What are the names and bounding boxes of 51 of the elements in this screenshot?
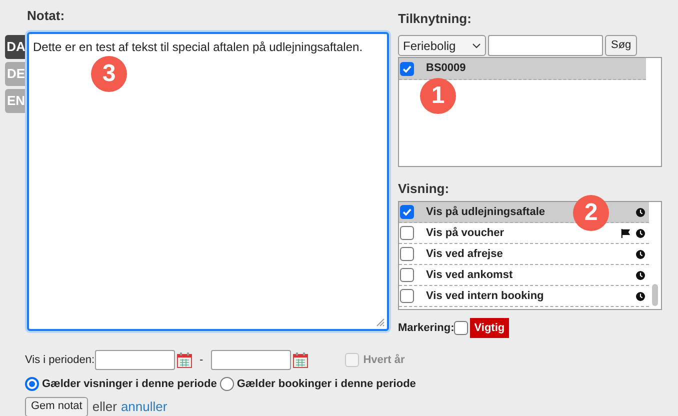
list-item[interactable]: Vis ved intern booking	[399, 286, 649, 307]
important-tag: Vigtig	[470, 318, 509, 338]
date-field[interactable]	[94, 350, 175, 370]
checkbox[interactable]	[400, 205, 414, 219]
save-button[interactable]: Gem notat	[25, 396, 88, 416]
checkbox[interactable]	[400, 62, 414, 76]
list-item[interactable]: Vis på voucher	[399, 223, 649, 244]
search-button[interactable]: Søg	[605, 35, 638, 56]
or-text: eller	[92, 398, 117, 416]
chevron-icon	[472, 42, 481, 48]
list-item[interactable]: Vis ved ankomst	[399, 265, 649, 286]
checkbox-label: Hvert år	[363, 352, 405, 368]
clock-icon	[636, 228, 645, 238]
radio-button[interactable]	[220, 377, 234, 392]
note-text: Dette er en test af tekst til special aftalen på udlejningsaftalen.	[33, 40, 363, 54]
list-item[interactable]: Vis ved afrejse	[399, 244, 649, 265]
calendar-icon[interactable]	[293, 352, 308, 368]
item-label: Vis ved intern booking	[426, 288, 544, 304]
date-separator: -	[200, 352, 204, 368]
radio-label: Gælder bookinger i denne periode	[236, 377, 416, 392]
date-field[interactable]	[211, 350, 292, 370]
cancel-link[interactable]: annuller	[120, 396, 168, 416]
marking-label: Markering:	[398, 320, 454, 336]
section-title: Visning:	[398, 180, 450, 198]
radio-button[interactable]	[25, 377, 39, 392]
list-item[interactable]: BS0009	[399, 58, 646, 80]
resize-handle-icon	[376, 318, 385, 327]
item-label: Vis på udlejningsaftale	[426, 204, 545, 220]
section-title: Tilknytning:	[398, 10, 472, 28]
checkbox[interactable]	[400, 247, 414, 261]
calendar-icon[interactable]	[176, 352, 192, 368]
clock-icon	[636, 270, 645, 280]
clock-icon	[636, 292, 645, 300]
checkbox[interactable]	[400, 226, 414, 240]
item-label: Vis ved afrejse	[426, 246, 503, 262]
checkbox[interactable]	[400, 289, 414, 303]
type-select[interactable]: Feriebolig	[398, 35, 486, 56]
language-tab[interactable]: DA	[5, 35, 27, 59]
checkbox[interactable]	[400, 268, 414, 282]
search-field[interactable]	[488, 35, 603, 56]
scrollbar-thumb[interactable]	[652, 284, 658, 306]
item-label: Vis ved ankomst	[426, 268, 513, 283]
item-label: Vis på voucher	[426, 226, 504, 241]
clock-icon	[636, 250, 645, 258]
clock-icon	[636, 208, 645, 216]
radio-label: Gælder visninger i denne periode	[42, 377, 217, 392]
flag-icon	[621, 228, 630, 238]
period-label: Vis i perioden:	[25, 352, 95, 368]
checkbox[interactable]	[454, 321, 468, 335]
section-title: Notat:	[27, 7, 66, 25]
item-label: BS0009	[426, 61, 466, 76]
